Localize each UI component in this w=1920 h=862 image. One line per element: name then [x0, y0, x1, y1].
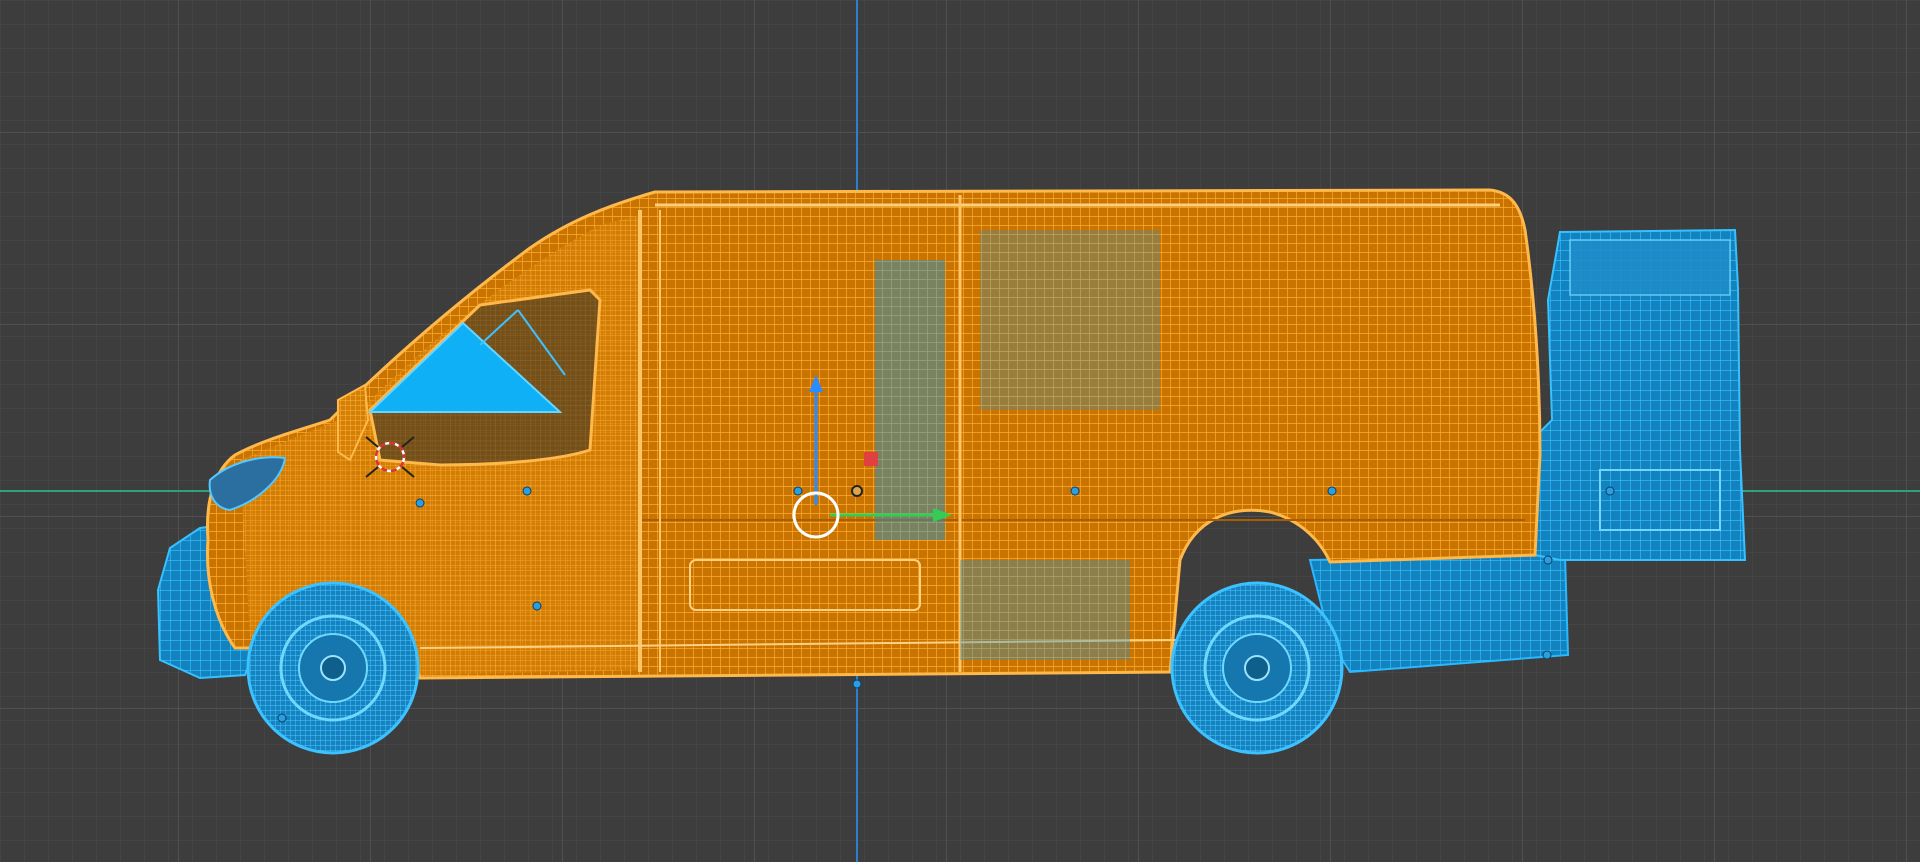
interior-seat: [875, 260, 945, 540]
rear-door-top-panel: [1569, 239, 1731, 296]
gizmo-pivot-dot: [851, 485, 863, 497]
rear-fender[interactable]: [1308, 553, 1570, 674]
scene-canvas[interactable]: [0, 0, 1920, 862]
front-wheel[interactable]: [246, 581, 420, 755]
3d-viewport[interactable]: [0, 0, 1920, 862]
gizmo-x-handle[interactable]: [864, 452, 878, 466]
interior-floor: [960, 560, 1130, 660]
rear-wheel[interactable]: [1170, 581, 1344, 755]
interior-panel: [980, 230, 1160, 410]
